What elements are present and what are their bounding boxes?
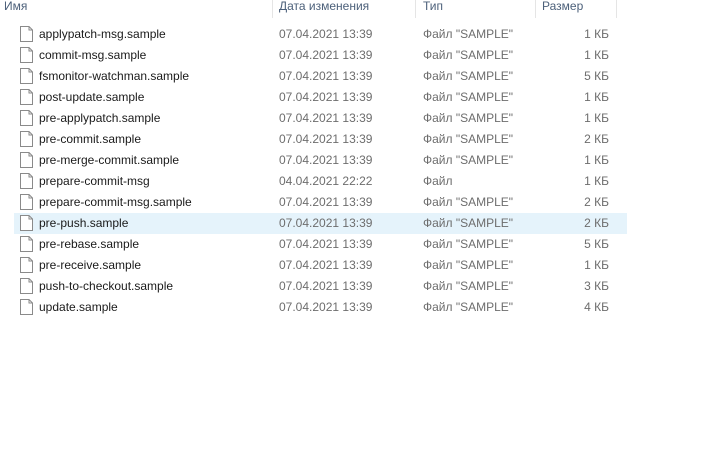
file-row[interactable]: prepare-commit-msg 04.04.2021 22:22 Файл… xyxy=(14,171,627,192)
file-size: 2 КБ xyxy=(584,216,609,230)
column-header-name[interactable]: Имя xyxy=(0,0,273,18)
file-date-modified: 07.04.2021 13:39 xyxy=(279,237,373,251)
column-header-date-modified[interactable]: Дата изменения xyxy=(273,0,416,18)
file-name: prepare-commit-msg.sample xyxy=(39,195,192,209)
file-icon xyxy=(20,152,33,168)
file-type: Файл "SAMPLE" xyxy=(423,195,514,209)
column-header-bar: Имя Дата изменения Тип Размер xyxy=(0,0,704,18)
file-name: prepare-commit-msg xyxy=(39,174,150,188)
file-name: pre-applypatch.sample xyxy=(39,111,161,125)
file-size: 1 КБ xyxy=(584,48,609,62)
file-type: Файл "SAMPLE" xyxy=(423,69,514,83)
file-date-modified: 07.04.2021 13:39 xyxy=(279,69,373,83)
file-row[interactable]: fsmonitor-watchman.sample 07.04.2021 13:… xyxy=(14,66,627,87)
file-name: update.sample xyxy=(39,300,118,314)
file-name: pre-rebase.sample xyxy=(39,237,140,251)
file-date-modified: 07.04.2021 13:39 xyxy=(279,153,373,167)
file-icon xyxy=(20,173,33,189)
file-name: push-to-checkout.sample xyxy=(39,279,174,293)
file-icon xyxy=(20,26,33,42)
file-name: applypatch-msg.sample xyxy=(39,27,166,41)
file-type: Файл "SAMPLE" xyxy=(423,27,514,41)
file-type: Файл "SAMPLE" xyxy=(423,237,514,251)
file-icon xyxy=(20,68,33,84)
file-icon xyxy=(20,110,33,126)
file-date-modified: 07.04.2021 13:39 xyxy=(279,90,373,104)
file-type: Файл "SAMPLE" xyxy=(423,90,514,104)
file-row[interactable]: post-update.sample 07.04.2021 13:39 Файл… xyxy=(14,87,627,108)
file-name: pre-push.sample xyxy=(39,216,129,230)
file-size: 4 КБ xyxy=(584,300,609,314)
file-row[interactable]: pre-merge-commit.sample 07.04.2021 13:39… xyxy=(14,150,627,171)
file-name: post-update.sample xyxy=(39,90,145,104)
file-size: 1 КБ xyxy=(584,90,609,104)
file-date-modified: 07.04.2021 13:39 xyxy=(279,216,373,230)
file-date-modified: 07.04.2021 13:39 xyxy=(279,132,373,146)
file-row[interactable]: push-to-checkout.sample 07.04.2021 13:39… xyxy=(14,276,627,297)
file-icon xyxy=(20,194,33,210)
file-date-modified: 04.04.2021 22:22 xyxy=(279,174,373,188)
file-row[interactable]: pre-push.sample 07.04.2021 13:39 Файл "S… xyxy=(14,213,627,234)
file-date-modified: 07.04.2021 13:39 xyxy=(279,258,373,272)
file-name: pre-receive.sample xyxy=(39,258,142,272)
file-list: applypatch-msg.sample 07.04.2021 13:39 Ф… xyxy=(0,24,704,318)
file-size: 1 КБ xyxy=(584,174,609,188)
file-type: Файл "SAMPLE" xyxy=(423,258,514,272)
file-size: 1 КБ xyxy=(584,27,609,41)
file-row[interactable]: pre-applypatch.sample 07.04.2021 13:39 Ф… xyxy=(14,108,627,129)
column-header-type[interactable]: Тип xyxy=(416,0,536,18)
file-type: Файл "SAMPLE" xyxy=(423,132,514,146)
file-date-modified: 07.04.2021 13:39 xyxy=(279,300,373,314)
file-icon xyxy=(20,299,33,315)
file-row[interactable]: pre-rebase.sample 07.04.2021 13:39 Файл … xyxy=(14,234,627,255)
file-size: 1 КБ xyxy=(584,111,609,125)
file-icon xyxy=(20,215,33,231)
file-size: 2 КБ xyxy=(584,195,609,209)
column-header-size[interactable]: Размер xyxy=(536,0,617,18)
file-icon xyxy=(20,236,33,252)
file-type: Файл "SAMPLE" xyxy=(423,111,514,125)
file-size: 2 КБ xyxy=(584,132,609,146)
file-type: Файл "SAMPLE" xyxy=(423,153,514,167)
file-row[interactable]: update.sample 07.04.2021 13:39 Файл "SAM… xyxy=(14,297,627,318)
file-row[interactable]: pre-receive.sample 07.04.2021 13:39 Файл… xyxy=(14,255,627,276)
file-icon xyxy=(20,278,33,294)
file-icon xyxy=(20,257,33,273)
file-row[interactable]: commit-msg.sample 07.04.2021 13:39 Файл … xyxy=(14,45,627,66)
file-row[interactable]: pre-commit.sample 07.04.2021 13:39 Файл … xyxy=(14,129,627,150)
file-icon xyxy=(20,89,33,105)
file-name: fsmonitor-watchman.sample xyxy=(39,69,190,83)
file-explorer-details-view: Имя Дата изменения Тип Размер applypatch… xyxy=(0,0,704,451)
file-type: Файл "SAMPLE" xyxy=(423,216,514,230)
file-date-modified: 07.04.2021 13:39 xyxy=(279,27,373,41)
file-name: pre-commit.sample xyxy=(39,132,142,146)
file-date-modified: 07.04.2021 13:39 xyxy=(279,279,373,293)
file-icon xyxy=(20,131,33,147)
file-name: commit-msg.sample xyxy=(39,48,147,62)
file-date-modified: 07.04.2021 13:39 xyxy=(279,111,373,125)
file-date-modified: 07.04.2021 13:39 xyxy=(279,48,373,62)
file-size: 5 КБ xyxy=(584,69,609,83)
file-size: 1 КБ xyxy=(584,153,609,167)
file-type: Файл "SAMPLE" xyxy=(423,300,514,314)
file-type: Файл xyxy=(423,174,453,188)
file-date-modified: 07.04.2021 13:39 xyxy=(279,195,373,209)
file-row[interactable]: prepare-commit-msg.sample 07.04.2021 13:… xyxy=(14,192,627,213)
file-icon xyxy=(20,47,33,63)
file-type: Файл "SAMPLE" xyxy=(423,48,514,62)
file-row[interactable]: applypatch-msg.sample 07.04.2021 13:39 Ф… xyxy=(14,24,627,45)
file-name: pre-merge-commit.sample xyxy=(39,153,180,167)
file-size: 1 КБ xyxy=(584,258,609,272)
file-type: Файл "SAMPLE" xyxy=(423,279,514,293)
file-size: 5 КБ xyxy=(584,237,609,251)
file-size: 3 КБ xyxy=(584,279,609,293)
